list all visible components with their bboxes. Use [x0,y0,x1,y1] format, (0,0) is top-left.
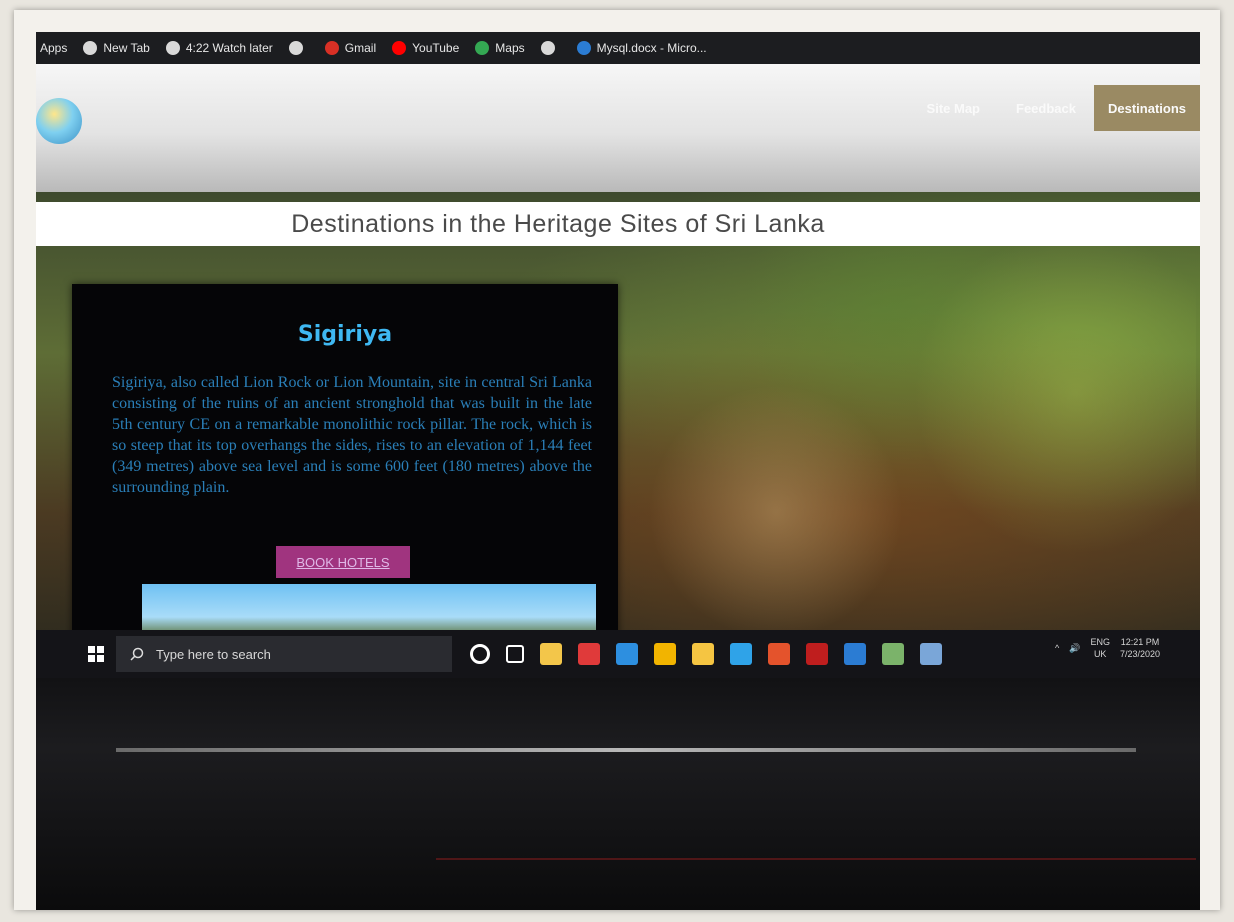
edge-icon[interactable] [730,643,752,665]
app-icon[interactable] [920,643,942,665]
bookmark-item[interactable] [540,41,561,55]
page-title: Destinations in the Heritage Sites of Sr… [291,209,825,238]
start-button[interactable] [76,634,116,674]
search-icon [130,647,144,661]
site-nav: Site Map Feedback Destinations [909,84,1200,132]
clock-date: 7/23/2020 [1119,649,1160,659]
windows-taskbar: Type here to search ^ 🔊 ENG UK 12:21 PM … [36,630,1200,678]
maps-pin-icon [475,41,490,55]
task-view-icon[interactable] [506,645,524,663]
notepad-icon[interactable] [882,643,904,665]
bookmark-label: Mysql.docx - Micro... [596,41,707,55]
region-label: UK [1093,649,1107,659]
hero-background-image [596,232,1196,632]
bookmark-item[interactable]: Gmail [324,41,377,55]
site-logo[interactable] [36,98,82,144]
nav-feedback[interactable]: Feedback [998,101,1094,116]
clock[interactable]: 12:21 PM 7/23/2020 [1120,636,1160,660]
bookmark-label: YouTube [412,41,460,55]
bookmark-item[interactable]: YouTube [392,41,459,55]
site-header: Site Map Feedback Destinations [36,64,1200,192]
globe-icon [83,41,98,55]
laptop-bezel [36,678,1200,910]
language-label: ENG [1090,637,1110,647]
bookmark-label: Gmail [344,41,377,55]
chrome-icon[interactable] [654,643,676,665]
bookmark-item[interactable]: Mysql.docx - Micro... [576,41,707,55]
card-description: Sigiriya, also called Lion Rock or Lion … [112,374,592,496]
tray-chevron-icon[interactable]: ^ [1055,643,1059,653]
mail-icon[interactable] [616,643,638,665]
keyboard-backlight [436,858,1196,900]
globe-icon [165,41,180,55]
bookmark-item[interactable]: New Tab [83,41,150,55]
app-icon[interactable] [578,643,600,665]
file-explorer-icon[interactable] [692,643,714,665]
language-indicator[interactable]: ENG UK [1090,636,1110,660]
laptop-screen: Apps New Tab 4:22 Watch later Gmail YouTube M… [36,32,1200,910]
volume-icon[interactable]: 🔊 [1069,643,1080,654]
cortana-icon[interactable] [470,644,490,664]
bookmark-label: New Tab [103,41,150,55]
card-title: Sigiriya [297,322,393,347]
app-icon[interactable] [768,643,790,665]
gmail-icon [324,41,339,55]
youtube-icon [392,41,407,55]
globe-icon [288,41,303,55]
filezilla-icon[interactable] [806,643,828,665]
windows-logo-icon [88,646,104,662]
title-band: Destinations in the Heritage Sites of Sr… [36,202,1200,246]
word-icon [576,41,591,55]
bookmark-item[interactable]: 4:22 Watch later [165,41,273,55]
store-icon[interactable] [540,643,562,665]
taskbar-search-placeholder: Type here to search [156,646,271,662]
nav-site-map[interactable]: Site Map [909,101,998,116]
bookmark-label: Apps [40,41,68,55]
hero-section: Destinations in the Heritage Sites of Sr… [36,192,1200,652]
bookmarks-bar: Apps New Tab 4:22 Watch later Gmail YouTube M… [36,32,1200,64]
bookmark-item[interactable] [288,41,309,55]
clock-time: 12:21 PM [1120,637,1160,647]
word-icon[interactable] [844,643,866,665]
taskbar-apps [470,643,942,665]
laptop-hinge [116,748,1136,752]
bookmark-item[interactable]: Maps [475,41,525,55]
destination-card: Sigiriya Sigiriya, also called Lion Rock… [72,284,618,652]
bookmark-item[interactable]: Apps [40,41,67,55]
bookmark-label: Maps [495,41,525,55]
bookmark-label: 4:22 Watch later [185,41,273,55]
system-tray: ^ 🔊 ENG UK 12:21 PM 7/23/2020 [1055,636,1160,660]
globe-icon [540,41,555,55]
nav-destinations[interactable]: Destinations [1093,85,1200,131]
taskbar-search[interactable]: Type here to search [116,636,452,672]
book-hotels-button[interactable]: BOOK HOTELS [276,546,410,578]
photo-frame: Apps New Tab 4:22 Watch later Gmail YouTube M… [14,10,1220,910]
